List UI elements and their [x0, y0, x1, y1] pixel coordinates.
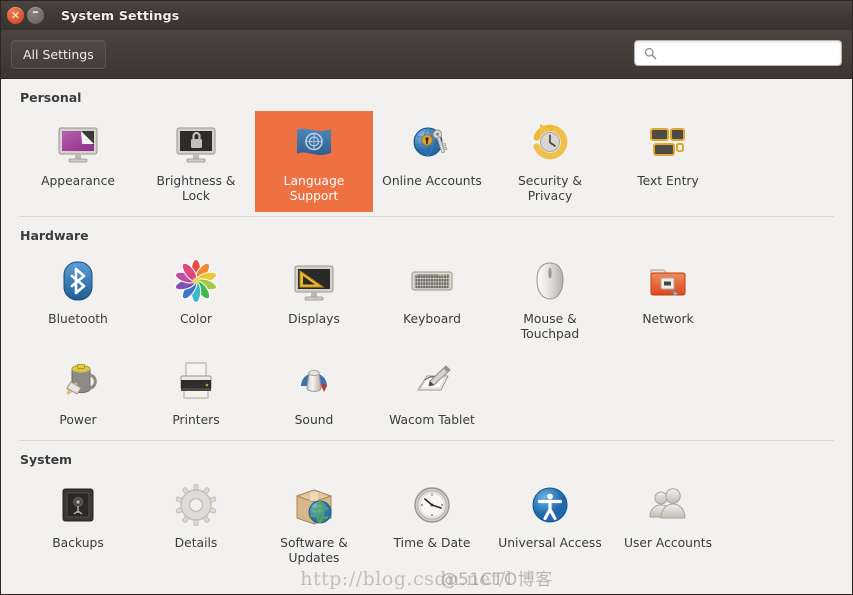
power-icon — [54, 358, 102, 406]
close-button[interactable]: × — [7, 7, 24, 24]
settings-tile-universal-access[interactable]: Universal Access — [491, 473, 609, 574]
settings-tile-label: Power — [59, 413, 97, 427]
settings-tile-language-support[interactable]: Language Support — [255, 111, 373, 212]
backups-icon — [54, 481, 102, 529]
settings-tile-keyboard[interactable]: Keyboard — [373, 249, 491, 350]
settings-tile-displays[interactable]: Displays — [255, 249, 373, 350]
settings-tile-label: Network — [642, 312, 694, 326]
settings-tile-online-accounts[interactable]: Online Accounts — [373, 111, 491, 212]
settings-tile-bluetooth[interactable]: Bluetooth — [19, 249, 137, 350]
settings-tile-time-date[interactable]: Time & Date — [373, 473, 491, 574]
user-accounts-icon — [644, 481, 692, 529]
settings-tile-label: Color — [179, 312, 213, 326]
search-icon — [644, 47, 657, 60]
settings-tile-sound[interactable]: Sound — [255, 350, 373, 436]
section-system: System Backups Details Software & Update… — [1, 441, 852, 574]
settings-tile-brightness-lock[interactable]: Brightness & Lock — [137, 111, 255, 212]
printers-icon — [172, 358, 220, 406]
settings-tile-label: User Accounts — [624, 536, 712, 550]
settings-tile-wacom-tablet[interactable]: Wacom Tablet — [373, 350, 491, 436]
settings-grid: Bluetooth Color Displays Keyboard Mouse &… — [19, 249, 834, 436]
section-title: System — [20, 452, 73, 467]
search-box[interactable] — [634, 40, 842, 66]
system-settings-window: × – System Settings All Settings Persona… — [0, 0, 853, 595]
section-personal: Personal Appearance Brightness & Lock La… — [1, 79, 852, 212]
settings-tile-label: Language Support — [283, 174, 345, 203]
settings-tile-mouse-touchpad[interactable]: Mouse & Touchpad — [491, 249, 609, 350]
all-settings-label: All Settings — [23, 46, 94, 62]
settings-tile-label: Wacom Tablet — [389, 413, 475, 427]
title-bar: × – System Settings — [1, 1, 852, 30]
settings-tile-label: Printers — [172, 413, 220, 427]
network-icon — [644, 257, 692, 305]
settings-tile-label: Displays — [288, 312, 340, 326]
search-input[interactable] — [663, 46, 841, 60]
software-updates-icon — [290, 481, 338, 529]
minimize-icon: – — [32, 5, 39, 20]
settings-tile-label: Bluetooth — [48, 312, 108, 326]
settings-tile-label: Sound — [294, 413, 334, 427]
bluetooth-icon — [54, 257, 102, 305]
window-title: System Settings — [61, 8, 180, 23]
settings-tile-security-privacy[interactable]: Security & Privacy — [491, 111, 609, 212]
settings-tile-user-accounts[interactable]: User Accounts — [609, 473, 727, 574]
online-accounts-icon — [408, 119, 456, 167]
color-icon — [172, 257, 220, 305]
section-title: Hardware — [20, 228, 89, 243]
settings-tile-details[interactable]: Details — [137, 473, 255, 574]
appearance-icon — [54, 119, 102, 167]
keyboard-icon — [408, 257, 456, 305]
settings-tile-label: Software & Updates — [280, 536, 348, 565]
mouse-touchpad-icon — [526, 257, 574, 305]
section-hardware: Hardware Bluetooth Color Displays Keyboar… — [1, 217, 852, 436]
settings-tile-backups[interactable]: Backups — [19, 473, 137, 574]
details-icon — [172, 481, 220, 529]
settings-grid: Backups Details Software & Updates Time … — [19, 473, 834, 574]
settings-tile-label: Mouse & Touchpad — [520, 312, 580, 341]
settings-tile-color[interactable]: Color — [137, 249, 255, 350]
security-privacy-icon — [526, 119, 574, 167]
universal-access-icon — [526, 481, 574, 529]
settings-tile-label: Universal Access — [498, 536, 602, 550]
settings-content: Personal Appearance Brightness & Lock La… — [1, 79, 852, 594]
text-entry-icon — [644, 119, 692, 167]
sound-icon — [290, 358, 338, 406]
settings-tile-label: Brightness & Lock — [156, 174, 236, 203]
brightness-lock-icon — [172, 119, 220, 167]
all-settings-button[interactable]: All Settings — [11, 39, 106, 69]
wacom-tablet-icon — [408, 358, 456, 406]
displays-icon — [290, 257, 338, 305]
settings-tile-label: Backups — [52, 536, 104, 550]
settings-grid: Appearance Brightness & Lock Language Su… — [19, 111, 834, 212]
settings-tile-power[interactable]: Power — [19, 350, 137, 436]
settings-tile-appearance[interactable]: Appearance — [19, 111, 137, 212]
time-date-icon — [408, 481, 456, 529]
settings-tile-label: Time & Date — [393, 536, 471, 550]
settings-tile-text-entry[interactable]: Text Entry — [609, 111, 727, 212]
settings-tile-software-updates[interactable]: Software & Updates — [255, 473, 373, 574]
settings-tile-network[interactable]: Network — [609, 249, 727, 350]
settings-tile-printers[interactable]: Printers — [137, 350, 255, 436]
language-support-icon — [290, 119, 338, 167]
settings-tile-label: Keyboard — [403, 312, 461, 326]
settings-tile-label: Text Entry — [637, 174, 699, 188]
settings-tile-label: Appearance — [41, 174, 115, 188]
toolbar: All Settings — [1, 30, 852, 79]
minimize-button[interactable]: – — [27, 5, 44, 24]
section-title: Personal — [20, 90, 82, 105]
settings-tile-label: Security & Privacy — [518, 174, 582, 203]
settings-tile-label: Online Accounts — [382, 174, 482, 188]
close-icon: × — [10, 8, 21, 22]
settings-tile-label: Details — [174, 536, 218, 550]
